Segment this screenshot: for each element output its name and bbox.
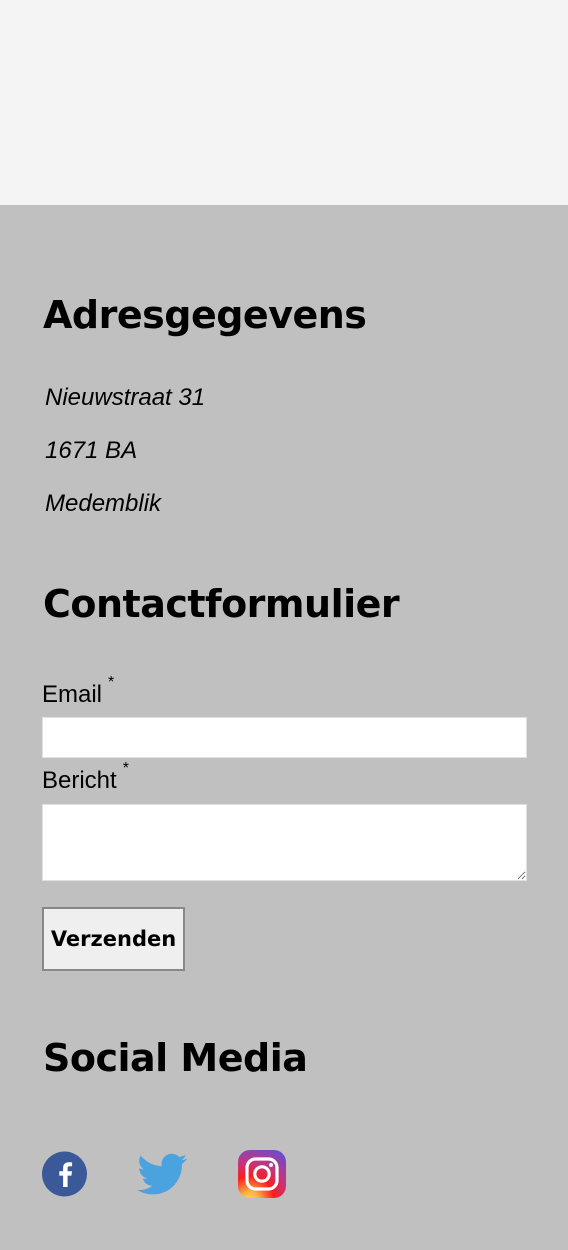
instagram-link[interactable] bbox=[237, 1149, 287, 1199]
social-media-heading: Social Media bbox=[43, 1036, 308, 1080]
contact-form-heading: Contactformulier bbox=[43, 582, 400, 626]
required-marker: * bbox=[108, 674, 115, 691]
facebook-link[interactable] bbox=[40, 1149, 90, 1199]
twitter-link[interactable] bbox=[137, 1149, 188, 1199]
address-street: Nieuwstraat 31 bbox=[45, 384, 206, 411]
address-postal-code: 1671 BA bbox=[45, 437, 138, 464]
message-label: Bericht * bbox=[42, 761, 129, 794]
footer: Adresgegevens Nieuwstraat 31 1671 BA Med… bbox=[0, 205, 568, 1250]
address-heading: Adresgegevens bbox=[43, 293, 367, 337]
facebook-icon bbox=[42, 1151, 87, 1197]
required-marker: * bbox=[122, 760, 129, 777]
email-field[interactable] bbox=[42, 717, 527, 758]
email-label-text: Email bbox=[42, 681, 103, 708]
instagram-icon bbox=[238, 1150, 286, 1198]
top-content-area bbox=[0, 0, 568, 205]
twitter-icon bbox=[137, 1153, 188, 1195]
email-label: Email * bbox=[42, 675, 114, 708]
message-field[interactable] bbox=[42, 804, 527, 881]
message-label-text: Bericht bbox=[42, 767, 117, 794]
address-city: Medemblik bbox=[45, 490, 162, 517]
submit-button[interactable]: Verzenden bbox=[42, 907, 185, 971]
